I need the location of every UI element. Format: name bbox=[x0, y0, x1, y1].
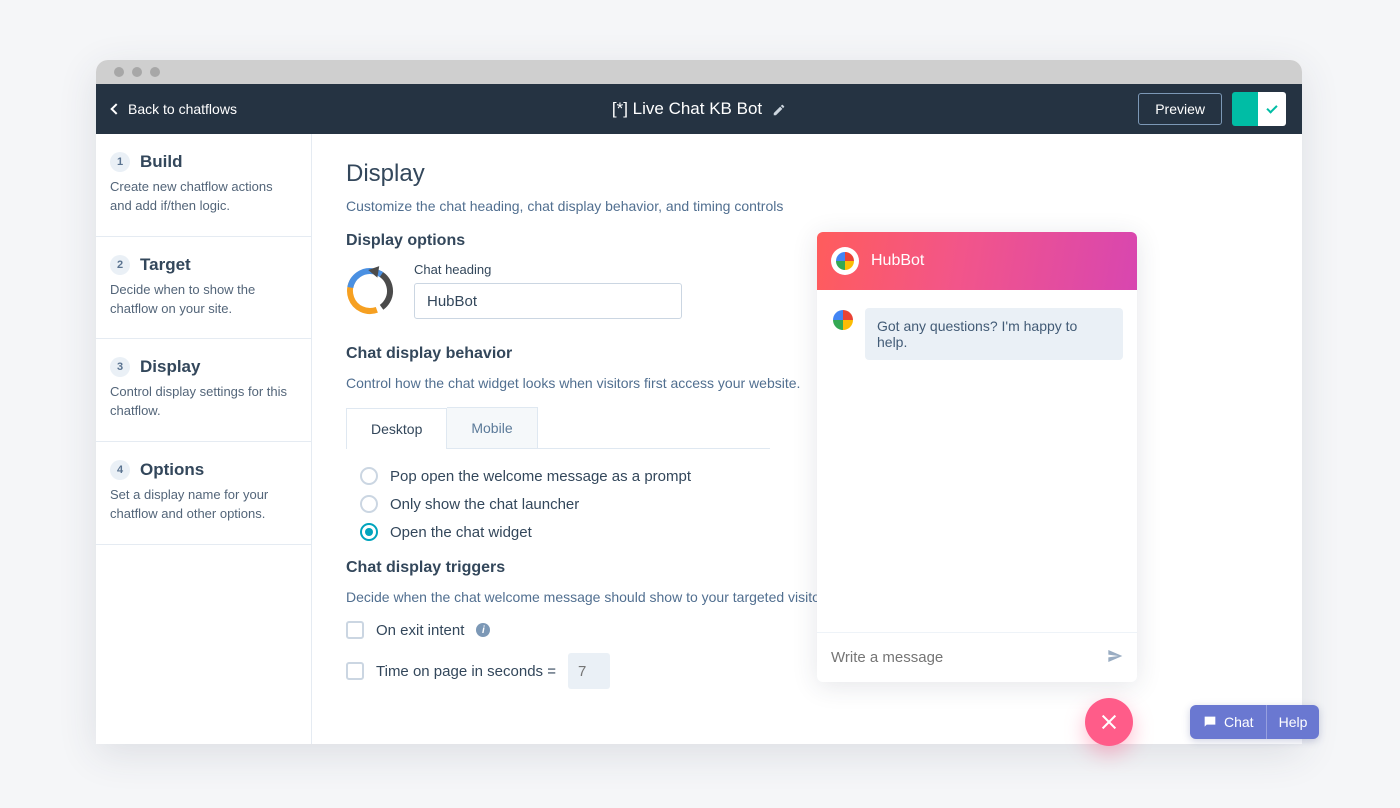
step-number: 2 bbox=[110, 255, 130, 275]
chat-preview-body: Got any questions? I'm happy to help. bbox=[817, 290, 1137, 632]
radio-label: Pop open the welcome message as a prompt bbox=[390, 468, 691, 485]
publish-split-button bbox=[1232, 92, 1286, 126]
traffic-light-max-icon[interactable] bbox=[150, 67, 160, 77]
radio-label: Open the chat widget bbox=[390, 524, 532, 541]
step-title: Target bbox=[140, 255, 191, 275]
step-desc: Create new chatflow actions and add if/t… bbox=[110, 178, 297, 216]
edit-title-icon[interactable] bbox=[772, 102, 786, 116]
mac-titlebar bbox=[96, 60, 1302, 84]
back-link[interactable]: Back to chatflows bbox=[112, 101, 237, 117]
step-number: 3 bbox=[110, 357, 130, 377]
time-on-page-checkbox[interactable] bbox=[346, 662, 364, 680]
step-number: 1 bbox=[110, 152, 130, 172]
help-button[interactable]: Help bbox=[1266, 705, 1320, 739]
chevron-left-icon bbox=[110, 103, 121, 114]
traffic-light-close-icon[interactable] bbox=[114, 67, 124, 77]
chat-label: Chat bbox=[1224, 714, 1254, 730]
topbar: Back to chatflows [*] Live Chat KB Bot P… bbox=[96, 84, 1302, 134]
device-tabs: Desktop Mobile bbox=[346, 407, 770, 449]
publish-confirm-button[interactable] bbox=[1258, 92, 1286, 126]
step-options[interactable]: 4 Options Set a display name for your ch… bbox=[96, 442, 311, 545]
bot-avatar-icon bbox=[831, 308, 855, 332]
exit-intent-label: On exit intent bbox=[376, 622, 464, 639]
chat-preview-input-row bbox=[817, 632, 1137, 682]
help-pill: Chat Help bbox=[1190, 705, 1319, 739]
chat-help-button[interactable]: Chat bbox=[1190, 705, 1266, 739]
step-title: Build bbox=[140, 152, 183, 172]
step-build[interactable]: 1 Build Create new chatflow actions and … bbox=[96, 134, 311, 237]
section-heading: Display bbox=[346, 160, 1268, 188]
bot-avatar-icon bbox=[346, 267, 394, 315]
chat-heading-input[interactable] bbox=[414, 283, 682, 319]
step-desc: Set a display name for your chatflow and… bbox=[110, 486, 297, 524]
radio-label: Only show the chat launcher bbox=[390, 496, 579, 513]
chat-heading-label: Chat heading bbox=[414, 262, 682, 277]
info-icon[interactable]: i bbox=[476, 623, 490, 637]
check-icon bbox=[1266, 102, 1277, 113]
time-on-page-label: Time on page in seconds = bbox=[376, 663, 556, 680]
chat-message-input[interactable] bbox=[831, 649, 1097, 666]
publish-button[interactable] bbox=[1232, 92, 1258, 126]
radio-icon bbox=[360, 467, 378, 485]
traffic-light-min-icon[interactable] bbox=[132, 67, 142, 77]
back-label: Back to chatflows bbox=[128, 101, 237, 117]
chat-preview-header: HubBot bbox=[817, 232, 1137, 290]
steps-sidebar: 1 Build Create new chatflow actions and … bbox=[96, 134, 312, 744]
bot-avatar-icon bbox=[831, 247, 859, 275]
step-desc: Decide when to show the chatflow on your… bbox=[110, 281, 297, 319]
step-display[interactable]: 3 Display Control display settings for t… bbox=[96, 339, 311, 442]
step-desc: Control display settings for this chatfl… bbox=[110, 383, 297, 421]
chat-preview-panel: HubBot Got any questions? I'm happy to h… bbox=[817, 232, 1137, 682]
step-title: Display bbox=[140, 357, 200, 377]
main-panel: Display Customize the chat heading, chat… bbox=[312, 134, 1302, 744]
radio-icon bbox=[360, 523, 378, 541]
step-title: Options bbox=[140, 460, 204, 480]
chat-bot-name: HubBot bbox=[871, 252, 924, 270]
help-label: Help bbox=[1279, 714, 1308, 730]
time-on-page-input[interactable] bbox=[568, 653, 610, 689]
radio-icon bbox=[360, 495, 378, 513]
tab-desktop[interactable]: Desktop bbox=[346, 408, 447, 449]
tab-mobile[interactable]: Mobile bbox=[447, 407, 537, 448]
send-icon[interactable] bbox=[1107, 648, 1123, 667]
close-icon bbox=[1101, 714, 1117, 730]
preview-button[interactable]: Preview bbox=[1138, 93, 1222, 125]
page-title: [*] Live Chat KB Bot bbox=[612, 99, 762, 119]
step-target[interactable]: 2 Target Decide when to show the chatflo… bbox=[96, 237, 311, 340]
section-subheading: Customize the chat heading, chat display… bbox=[346, 198, 1268, 214]
welcome-message-bubble: Got any questions? I'm happy to help. bbox=[865, 308, 1123, 360]
step-number: 4 bbox=[110, 460, 130, 480]
exit-intent-checkbox[interactable] bbox=[346, 621, 364, 639]
close-chat-fab[interactable] bbox=[1085, 698, 1133, 746]
